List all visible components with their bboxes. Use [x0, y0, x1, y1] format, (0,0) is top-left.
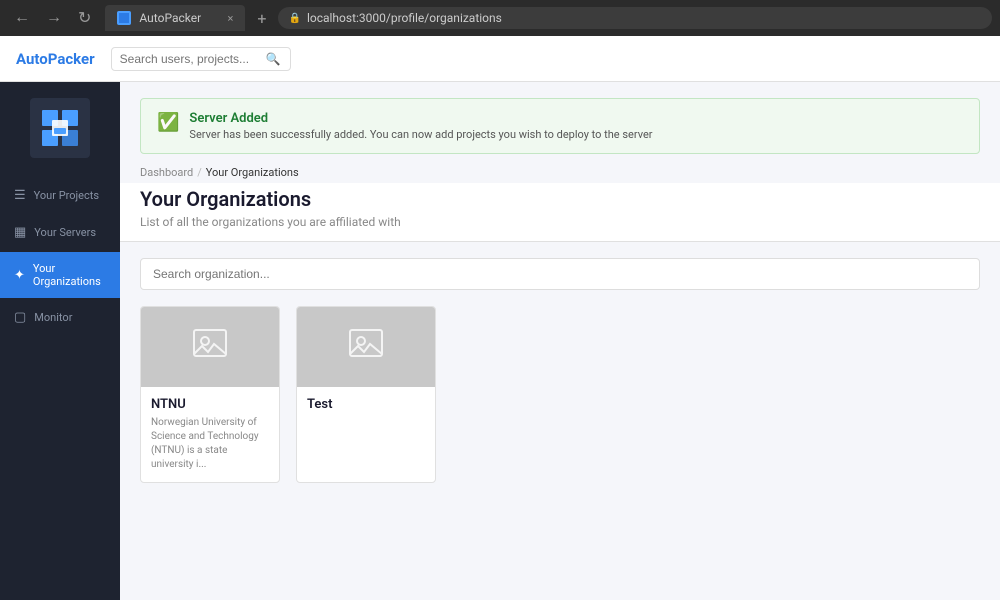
new-tab-button[interactable]: +	[253, 9, 270, 28]
org-card-image-ntnu	[141, 307, 279, 387]
nav-buttons: ← → ↻	[8, 6, 97, 30]
address-bar[interactable]: 🔒 localhost:3000/profile/organizations	[278, 7, 992, 29]
logo-svg	[40, 108, 80, 148]
servers-icon: ▦	[14, 225, 26, 240]
search-input[interactable]	[120, 52, 260, 66]
org-card-test[interactable]: Test	[296, 306, 436, 483]
search-box[interactable]: 🔍	[111, 47, 291, 71]
breadcrumb-current: Your Organizations	[206, 166, 299, 179]
org-card-body-ntnu: NTNU Norwegian University of Science and…	[141, 387, 279, 482]
success-banner: ✅ Server Added Server has been successfu…	[140, 98, 980, 154]
sidebar-item-monitor[interactable]: ▢ Monitor	[0, 300, 120, 335]
sidebar-logo	[30, 98, 90, 158]
breadcrumb: Dashboard / Your Organizations	[120, 154, 1000, 183]
image-placeholder-icon-test	[348, 328, 384, 367]
lock-icon: 🔒	[288, 13, 300, 24]
sidebar-item-label: Your Projects	[34, 189, 99, 202]
success-title: Server Added	[189, 111, 652, 126]
tab-title: AutoPacker	[139, 11, 201, 25]
image-placeholder-icon	[192, 328, 228, 367]
sidebar-item-organizations[interactable]: ✦ Your Organizations	[0, 252, 120, 298]
sidebar-item-label: Your Servers	[34, 226, 96, 239]
back-button[interactable]: ←	[8, 6, 36, 30]
sidebar: ☰ Your Projects ▦ Your Servers ✦ Your Or…	[0, 82, 120, 600]
page-header: Your Organizations List of all the organ…	[120, 183, 1000, 242]
monitor-icon: ▢	[14, 310, 26, 325]
sidebar-nav: ☰ Your Projects ▦ Your Servers ✦ Your Or…	[0, 174, 120, 339]
page-subtitle: List of all the organizations you are af…	[140, 215, 980, 229]
browser-tab[interactable]: AutoPacker ×	[105, 5, 245, 31]
org-card-body-test: Test	[297, 387, 435, 426]
tab-favicon	[117, 11, 131, 25]
app-logo[interactable]: AutoPacker	[16, 50, 95, 68]
org-card-desc-ntnu: Norwegian University of Science and Tech…	[151, 416, 269, 472]
org-card-name-test: Test	[307, 397, 425, 412]
content-area: NTNU Norwegian University of Science and…	[120, 258, 1000, 483]
refresh-button[interactable]: ↻	[72, 6, 97, 30]
success-check-icon: ✅	[157, 112, 179, 133]
main-content: ✅ Server Added Server has been successfu…	[120, 82, 1000, 600]
org-card-name-ntnu: NTNU	[151, 397, 269, 412]
sidebar-item-label: Monitor	[34, 311, 72, 324]
app-header: AutoPacker 🔍	[0, 36, 1000, 82]
org-card-image-test	[297, 307, 435, 387]
organizations-icon: ✦	[14, 268, 25, 283]
browser-chrome: ← → ↻ AutoPacker × + 🔒 localhost:3000/pr…	[0, 0, 1000, 36]
org-grid: NTNU Norwegian University of Science and…	[140, 306, 980, 483]
tab-close-button[interactable]: ×	[228, 12, 234, 25]
app-body: ☰ Your Projects ▦ Your Servers ✦ Your Or…	[0, 82, 1000, 600]
sidebar-item-servers[interactable]: ▦ Your Servers	[0, 215, 120, 250]
success-message: Server has been successfully added. You …	[189, 128, 652, 141]
sidebar-item-projects[interactable]: ☰ Your Projects	[0, 178, 120, 213]
breadcrumb-separator: /	[197, 166, 202, 179]
address-text: localhost:3000/profile/organizations	[307, 11, 502, 25]
success-text: Server Added Server has been successfull…	[189, 111, 652, 141]
sidebar-item-label: Your Organizations	[33, 262, 106, 288]
breadcrumb-parent[interactable]: Dashboard	[140, 166, 193, 179]
forward-button[interactable]: →	[40, 6, 68, 30]
page-title: Your Organizations	[140, 187, 980, 211]
search-organization-input[interactable]	[140, 258, 980, 290]
projects-icon: ☰	[14, 188, 26, 203]
org-card-ntnu[interactable]: NTNU Norwegian University of Science and…	[140, 306, 280, 483]
search-icon: 🔍	[266, 52, 281, 66]
